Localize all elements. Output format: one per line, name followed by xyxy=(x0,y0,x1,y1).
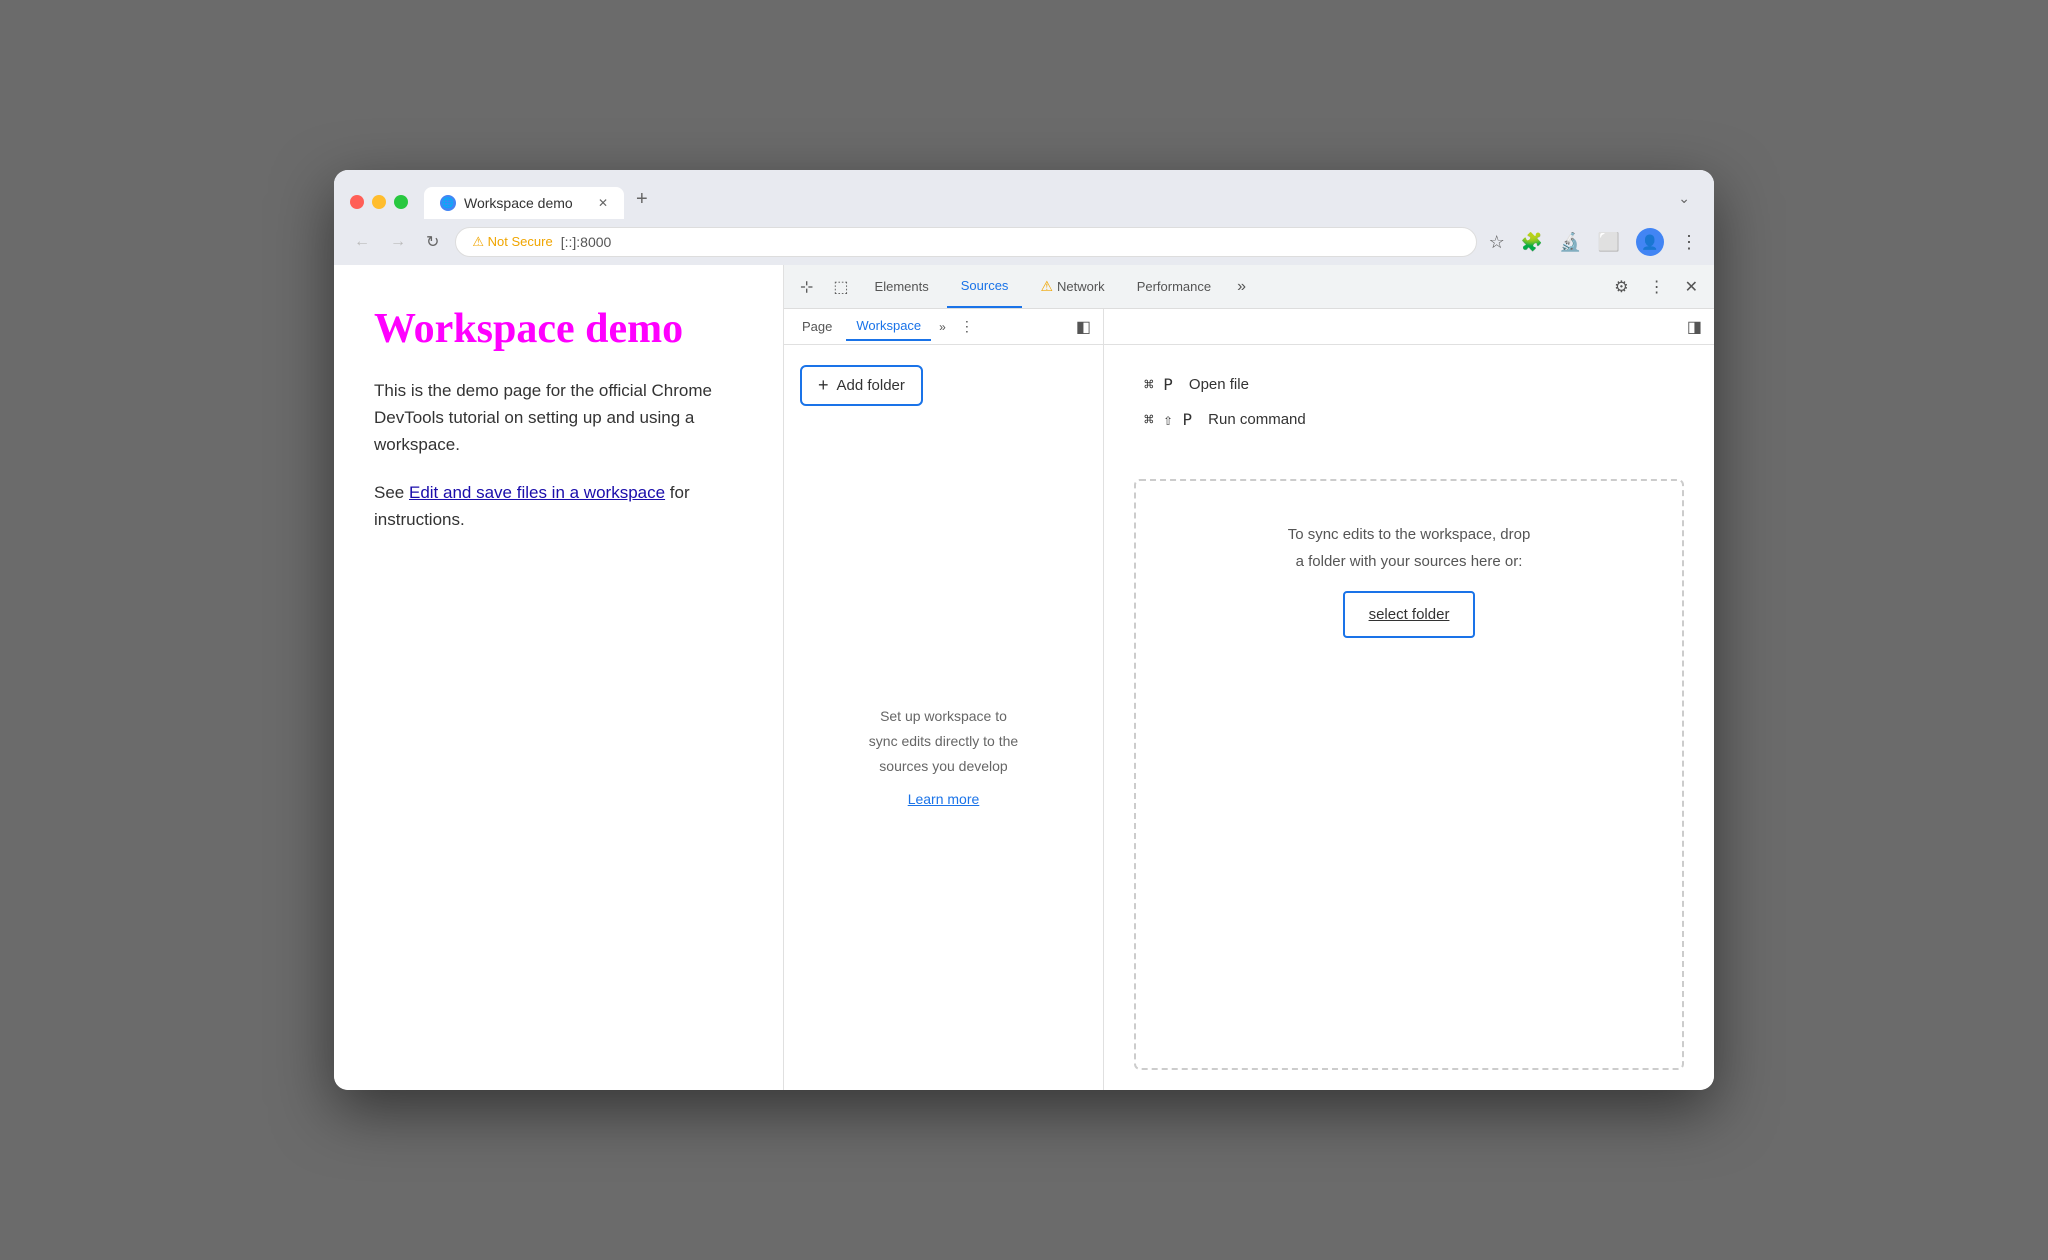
extensions-icon[interactable]: 🧩 xyxy=(1521,232,1543,253)
editor-sidebar-toggle-icon[interactable]: ◨ xyxy=(1687,317,1702,337)
editor-content: ⌘ P Open file ⌘ ⇧ P Run command To sync … xyxy=(1104,345,1714,1090)
page-title: Workspace demo xyxy=(374,305,743,353)
add-folder-label: Add folder xyxy=(837,377,905,394)
maximize-button[interactable] xyxy=(394,195,408,209)
tab-elements[interactable]: Elements xyxy=(861,265,943,308)
back-button[interactable]: ← xyxy=(350,229,374,255)
shortcuts-area: ⌘ P Open file ⌘ ⇧ P Run command xyxy=(1104,345,1714,459)
sources-menu-icon[interactable]: ⋮ xyxy=(954,314,980,339)
workspace-info: Set up workspace to sync edits directly … xyxy=(784,426,1103,1090)
devtools-panel: ⊹ ⬚ Elements Sources ⚠ Network Performan… xyxy=(784,265,1714,1090)
cursor-tool-icon[interactable]: ⊹ xyxy=(792,271,821,303)
sources-main: ◨ ⌘ P Open file ⌘ ⇧ P Run comma xyxy=(1104,309,1714,1090)
page-body1: This is the demo page for the official C… xyxy=(374,377,743,459)
minimize-button[interactable] xyxy=(372,195,386,209)
shortcut-open-file-key: ⌘ P xyxy=(1144,375,1173,394)
shortcut-run-command-key: ⌘ ⇧ P xyxy=(1144,410,1192,429)
devtools-close-button[interactable]: ✕ xyxy=(1677,273,1706,301)
more-tabs-icon[interactable]: » xyxy=(1229,272,1254,302)
traffic-lights xyxy=(350,195,408,209)
editor-toolbar: ◨ xyxy=(1104,309,1714,345)
drop-zone[interactable]: To sync edits to the workspace, drop a f… xyxy=(1134,479,1684,1070)
devtools-toolbar: ⊹ ⬚ Elements Sources ⚠ Network Performan… xyxy=(784,265,1714,309)
workspace-info-line1: Set up workspace to xyxy=(880,704,1007,729)
shortcut-open-file: ⌘ P Open file xyxy=(1144,375,1674,394)
forward-button[interactable]: → xyxy=(386,229,410,255)
plus-icon: + xyxy=(818,375,829,396)
tab-close-button[interactable]: ✕ xyxy=(598,196,608,210)
new-tab-button[interactable]: + xyxy=(624,180,660,219)
sources-sidebar: Page Workspace » ⋮ ◧ + Add folder xyxy=(784,309,1104,1090)
tab-favicon: 🌐 xyxy=(440,195,456,211)
workspace-info-line2: sync edits directly to the xyxy=(869,729,1018,754)
workspace-link[interactable]: Edit and save files in a workspace xyxy=(409,483,665,502)
src-tab-workspace[interactable]: Workspace xyxy=(846,312,931,341)
tab-network-label: Network xyxy=(1057,279,1105,294)
drop-zone-line2: a folder with your sources here or: xyxy=(1176,548,1642,575)
browser-window: 🌐 Workspace demo ✕ + ⌄ ← → ↻ ⚠ Not Secur… xyxy=(334,170,1714,1090)
page-content: Workspace demo This is the demo page for… xyxy=(334,265,784,1090)
network-warning-icon: ⚠ xyxy=(1040,278,1053,295)
page-body2-prefix: See xyxy=(374,483,409,502)
device-tool-icon[interactable]: ⬚ xyxy=(825,271,856,303)
tab-title: Workspace demo xyxy=(464,195,573,211)
settings-icon[interactable]: ⚙ xyxy=(1606,271,1636,303)
tab-expand-button[interactable]: ⌄ xyxy=(1670,182,1698,215)
drop-zone-line1: To sync edits to the workspace, drop xyxy=(1176,521,1642,548)
learn-more-link[interactable]: Learn more xyxy=(908,787,980,812)
tab-network[interactable]: ⚠ Network xyxy=(1026,265,1118,308)
security-warning: ⚠ Not Secure xyxy=(472,234,552,250)
devtools-toolbar-right: ⚙ ⋮ ✕ xyxy=(1606,271,1706,303)
close-button[interactable] xyxy=(350,195,364,209)
split-icon[interactable]: ⬜ xyxy=(1598,232,1620,253)
shortcut-open-file-label: Open file xyxy=(1189,376,1249,393)
sources-tabs: Page Workspace » ⋮ ◧ xyxy=(784,309,1103,345)
main-area: Workspace demo This is the demo page for… xyxy=(334,265,1714,1090)
address-bar: ← → ↻ ⚠ Not Secure [::]:8000 ☆ 🧩 🔬 ⬜ 👤 ⋮ xyxy=(334,219,1714,265)
bookmark-icon[interactable]: ☆ xyxy=(1489,232,1505,253)
devtools-icon[interactable]: 🔬 xyxy=(1559,232,1581,253)
refresh-button[interactable]: ↻ xyxy=(422,228,443,256)
devtools-menu-icon[interactable]: ⋮ xyxy=(1641,271,1673,303)
browser-menu-icon[interactable]: ⋮ xyxy=(1680,232,1698,253)
tab-sources[interactable]: Sources xyxy=(947,265,1023,308)
browser-actions: ☆ 🧩 🔬 ⬜ 👤 ⋮ xyxy=(1489,228,1698,256)
sidebar-toggle-icon[interactable]: ◧ xyxy=(1072,313,1095,341)
browser-tab[interactable]: 🌐 Workspace demo ✕ xyxy=(424,187,624,219)
select-folder-button[interactable]: select folder xyxy=(1343,591,1476,638)
shortcut-run-command: ⌘ ⇧ P Run command xyxy=(1144,410,1674,429)
url-address: [::]:8000 xyxy=(561,234,612,250)
tab-performance[interactable]: Performance xyxy=(1123,265,1225,308)
add-folder-area: + Add folder xyxy=(784,345,1103,426)
tab-area: 🌐 Workspace demo ✕ + ⌄ xyxy=(424,180,1698,219)
user-profile-icon[interactable]: 👤 xyxy=(1636,228,1664,256)
devtools-content: Page Workspace » ⋮ ◧ + Add folder xyxy=(784,309,1714,1090)
page-body2: See Edit and save files in a workspace f… xyxy=(374,479,743,533)
workspace-info-line3: sources you develop xyxy=(879,754,1007,779)
sources-more-tabs-icon[interactable]: » xyxy=(935,316,950,338)
title-bar: 🌐 Workspace demo ✕ + ⌄ xyxy=(334,170,1714,219)
add-folder-button[interactable]: + Add folder xyxy=(800,365,923,406)
src-tab-page[interactable]: Page xyxy=(792,313,842,340)
shortcut-run-command-label: Run command xyxy=(1208,411,1306,428)
url-bar[interactable]: ⚠ Not Secure [::]:8000 xyxy=(455,227,1476,257)
